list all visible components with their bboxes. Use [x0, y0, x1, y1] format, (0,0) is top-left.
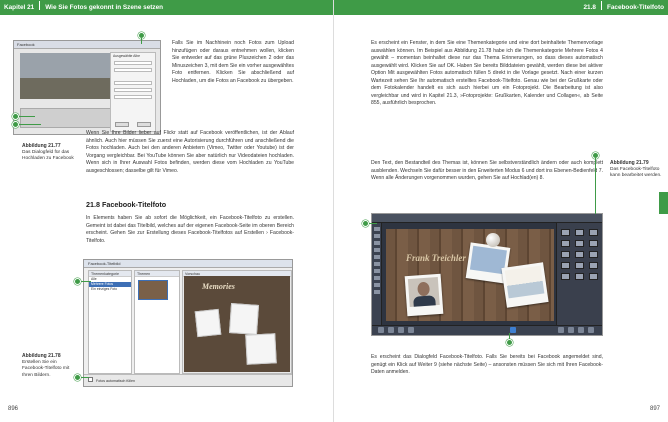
- chapter-title: Wie Sie Fotos gekonnt in Szene setzen: [45, 4, 164, 11]
- upload-button[interactable]: [115, 122, 129, 127]
- beach-photo: [501, 262, 549, 308]
- facebook-upload-dialog-screenshot: Facebook Ausgewählte Albe: [13, 40, 161, 135]
- marker-4: [74, 278, 81, 285]
- figure-3-caption-text: Das Facebook-Titelfoto kann bearbeitet w…: [610, 166, 662, 179]
- figure-3-caption: Abbildung 21.79 Das Facebook-Titelfoto k…: [610, 160, 662, 180]
- chapter-label: Kapitel 21: [4, 4, 35, 11]
- theme-thumbnail[interactable]: [138, 280, 168, 300]
- autofill-option: Fotos automatisch füllen: [84, 374, 292, 386]
- editor-toolbox: [372, 223, 382, 327]
- theme-column: Themen: [134, 270, 180, 374]
- cover-preview: Memories: [184, 276, 290, 372]
- right-para-2: Den Text, den Bestandteil des Themas ist…: [371, 160, 603, 181]
- upload-preview-photo: [20, 53, 112, 99]
- figure-2-caption: Abbildung 21.78 Erstellen Sie ein Facebo…: [22, 353, 78, 379]
- marker-3: [12, 121, 19, 128]
- editor-menubar: [372, 214, 602, 223]
- marker-2: [12, 113, 19, 120]
- figure-1-caption: Abbildung 21.77 Das Dialogfeld für das H…: [22, 143, 80, 163]
- figure-2-caption-label: Abbildung 21.78: [22, 353, 61, 359]
- autofill-label: Fotos automatisch füllen: [96, 379, 135, 383]
- layers-panel: [556, 223, 602, 327]
- left-running-header: Kapitel 21 Wie Sie Fotos gekonnt in Szene…: [0, 0, 333, 15]
- pearl-decoration: [486, 233, 500, 247]
- left-para-1: Falls Sie im Nachhinein noch Fotos zum U…: [172, 40, 294, 84]
- dialog-title: Facebook: [14, 41, 160, 49]
- right-para-1: Es erscheint ein Fenster, in dem Sie ein…: [371, 40, 603, 106]
- category-column: Themenkategorie Alle Mehrere Fotos Ein e…: [88, 270, 132, 374]
- chapter-edge-tab: [659, 192, 668, 214]
- marker-6: [362, 220, 369, 227]
- upload-icon[interactable]: [510, 327, 516, 333]
- right-para-3: Es erscheint das Dialogfeld Facebook-Tit…: [371, 354, 603, 375]
- figure-1-caption-text: Das Dialogfeld für das Hochladen zu Face…: [22, 149, 74, 162]
- figure-2-caption-text: Erstellen Sie ein Facebook-Titelfoto mit…: [22, 359, 70, 378]
- canvas-overlay-text: Frank Treichler: [406, 253, 466, 263]
- left-page: Kapitel 21 Wie Sie Fotos gekonnt in Szene…: [0, 0, 334, 422]
- section-heading: 21.8 Facebook-Titelfoto: [86, 200, 167, 209]
- elements-editor-screenshot: Frank Treichler: [371, 213, 603, 336]
- figure-1-caption-label: Abbildung 21.77: [22, 143, 61, 149]
- cover-dialog-title: Facebook-Titelbild: [84, 260, 292, 268]
- section-number: 21.8: [583, 4, 596, 11]
- figure-3-caption-label: Abbildung 21.79: [610, 160, 649, 166]
- book-spread: Kapitel 21 Wie Sie Fotos gekonnt in Szene…: [0, 0, 668, 422]
- portrait-photo: [404, 273, 444, 317]
- right-page-number: 897: [649, 406, 660, 412]
- left-para-3: In Elements haben Sie ab sofort die Mögl…: [86, 215, 294, 244]
- section-title: Facebook-Titelfoto: [606, 4, 664, 11]
- category-item[interactable]: Ein einziges Foto: [89, 287, 131, 292]
- facebook-cover-dialog-screenshot: Facebook-Titelbild Themenkategorie Alle …: [83, 259, 293, 387]
- panel-label: Ausgewählte Albe: [113, 54, 140, 58]
- left-para-2: Wenn Sie Ihre Bilder lieber auf Flickr s…: [86, 130, 294, 174]
- right-page: 21.8 Facebook-Titelfoto Es erscheint ein …: [334, 0, 668, 422]
- right-running-header: 21.8 Facebook-Titelfoto: [334, 0, 668, 15]
- upload-settings-panel: Ausgewählte Albe: [110, 52, 156, 132]
- editor-bottom-bar: [372, 325, 602, 335]
- cover-canvas: Frank Treichler: [386, 229, 554, 321]
- cancel-button[interactable]: [137, 122, 151, 127]
- marker-8: [506, 339, 513, 346]
- preview-overlay-text: Memories: [202, 282, 235, 291]
- left-page-number: 896: [8, 406, 19, 412]
- thumbnail-strip: [20, 108, 112, 128]
